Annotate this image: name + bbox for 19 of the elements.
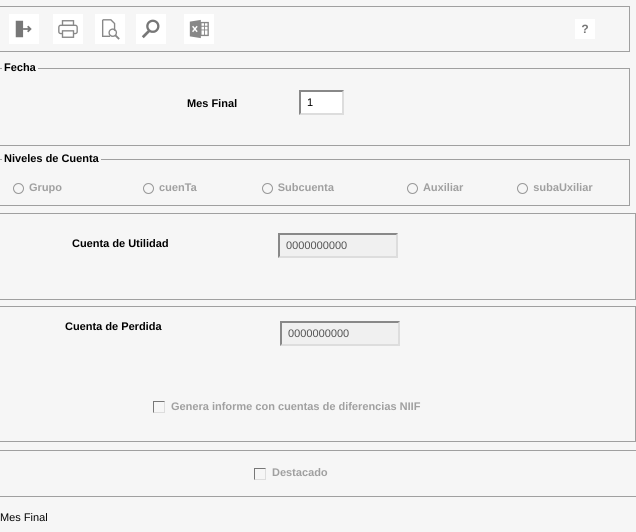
- toolbar-button[interactable]: [184, 14, 214, 44]
- input-field[interactable]: 0000000000: [280, 321, 400, 346]
- toolbar-button[interactable]: [95, 14, 125, 44]
- spreadsheet-icon: [188, 18, 210, 40]
- printer-icon: [57, 18, 79, 40]
- document-magnifier-icon: [99, 18, 121, 40]
- field-label: Cuenta de Perdida: [65, 320, 163, 335]
- toolbar-button[interactable]: [53, 14, 83, 44]
- input-field[interactable]: 1: [299, 90, 344, 115]
- field-label: Mes Final: [187, 97, 238, 112]
- search-icon: [140, 18, 162, 40]
- toolbar-button[interactable]: [9, 14, 39, 44]
- field-label: Cuenta de Utilidad: [72, 237, 170, 252]
- toolbar-button[interactable]: [136, 14, 166, 44]
- group-title: Niveles de Cuenta: [3, 153, 100, 165]
- group-title: Fecha: [3, 62, 37, 74]
- input-field[interactable]: 0000000000: [278, 233, 398, 258]
- help-button[interactable]: ?: [575, 19, 595, 39]
- status-bar-text: Mes Final: [0, 511, 49, 526]
